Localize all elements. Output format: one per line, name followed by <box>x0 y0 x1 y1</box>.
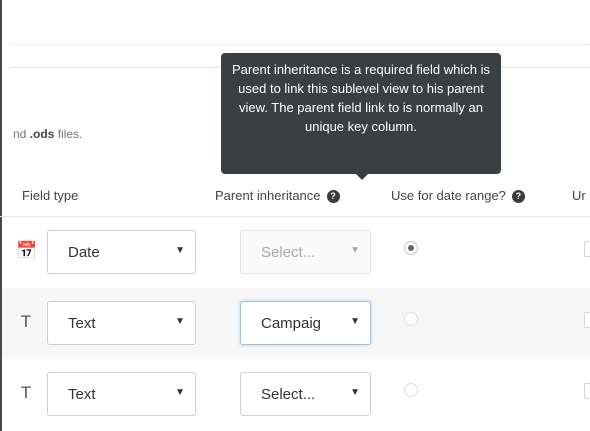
help-icon[interactable]: ? <box>326 190 340 204</box>
date-range-radio[interactable] <box>404 312 418 326</box>
header-field-type: Field type <box>22 188 79 203</box>
tooltip-text: Parent inheritance is a required field w… <box>232 62 490 134</box>
divider <box>10 44 590 45</box>
row-checkbox[interactable] <box>584 312 590 328</box>
text-t-icon: T <box>20 383 32 402</box>
field-type-select[interactable]: Date ▼ <box>47 230 196 274</box>
header-next-column: Ur <box>572 188 586 203</box>
row-checkbox[interactable] <box>584 241 590 257</box>
chevron-down-icon: ▼ <box>175 245 185 256</box>
table-header: Field type Parent inheritance? Use for d… <box>0 176 590 217</box>
chevron-down-icon: ▼ <box>350 245 360 256</box>
table-row: T Text ▼ Campaig ▼ <box>2 288 590 358</box>
chevron-down-icon: ▼ <box>175 316 185 327</box>
parent-inheritance-select[interactable]: Select... ▼ <box>240 372 371 416</box>
parent-inheritance-select: Select... ▼ <box>240 230 371 274</box>
calendar-icon: 📅 <box>16 241 38 260</box>
chevron-down-icon: ▼ <box>350 387 360 398</box>
table-row: T Text ▼ Select... ▼ <box>2 359 590 429</box>
field-type-select[interactable]: Text ▼ <box>47 301 196 345</box>
parent-inheritance-select[interactable]: Campaig ▼ <box>240 301 371 345</box>
import-help-text: nd .ods files. <box>13 127 83 141</box>
text-t-icon: T <box>20 312 32 331</box>
header-parent-inheritance: Parent inheritance? <box>215 188 340 204</box>
chevron-down-icon: ▼ <box>175 387 185 398</box>
date-range-radio[interactable] <box>404 383 418 397</box>
chevron-down-icon: ▼ <box>350 316 360 327</box>
row-checkbox[interactable] <box>584 383 590 399</box>
header-use-for-date-range: Use for date range?? <box>391 188 525 204</box>
tooltip-arrow <box>356 174 368 180</box>
parent-inheritance-tooltip: Parent inheritance is a required field w… <box>221 53 501 180</box>
help-icon[interactable]: ? <box>511 190 525 204</box>
field-type-select[interactable]: Text ▼ <box>47 372 196 416</box>
date-range-radio[interactable] <box>404 241 418 255</box>
table-row: 📅 Date ▼ Select... ▼ <box>2 217 590 287</box>
